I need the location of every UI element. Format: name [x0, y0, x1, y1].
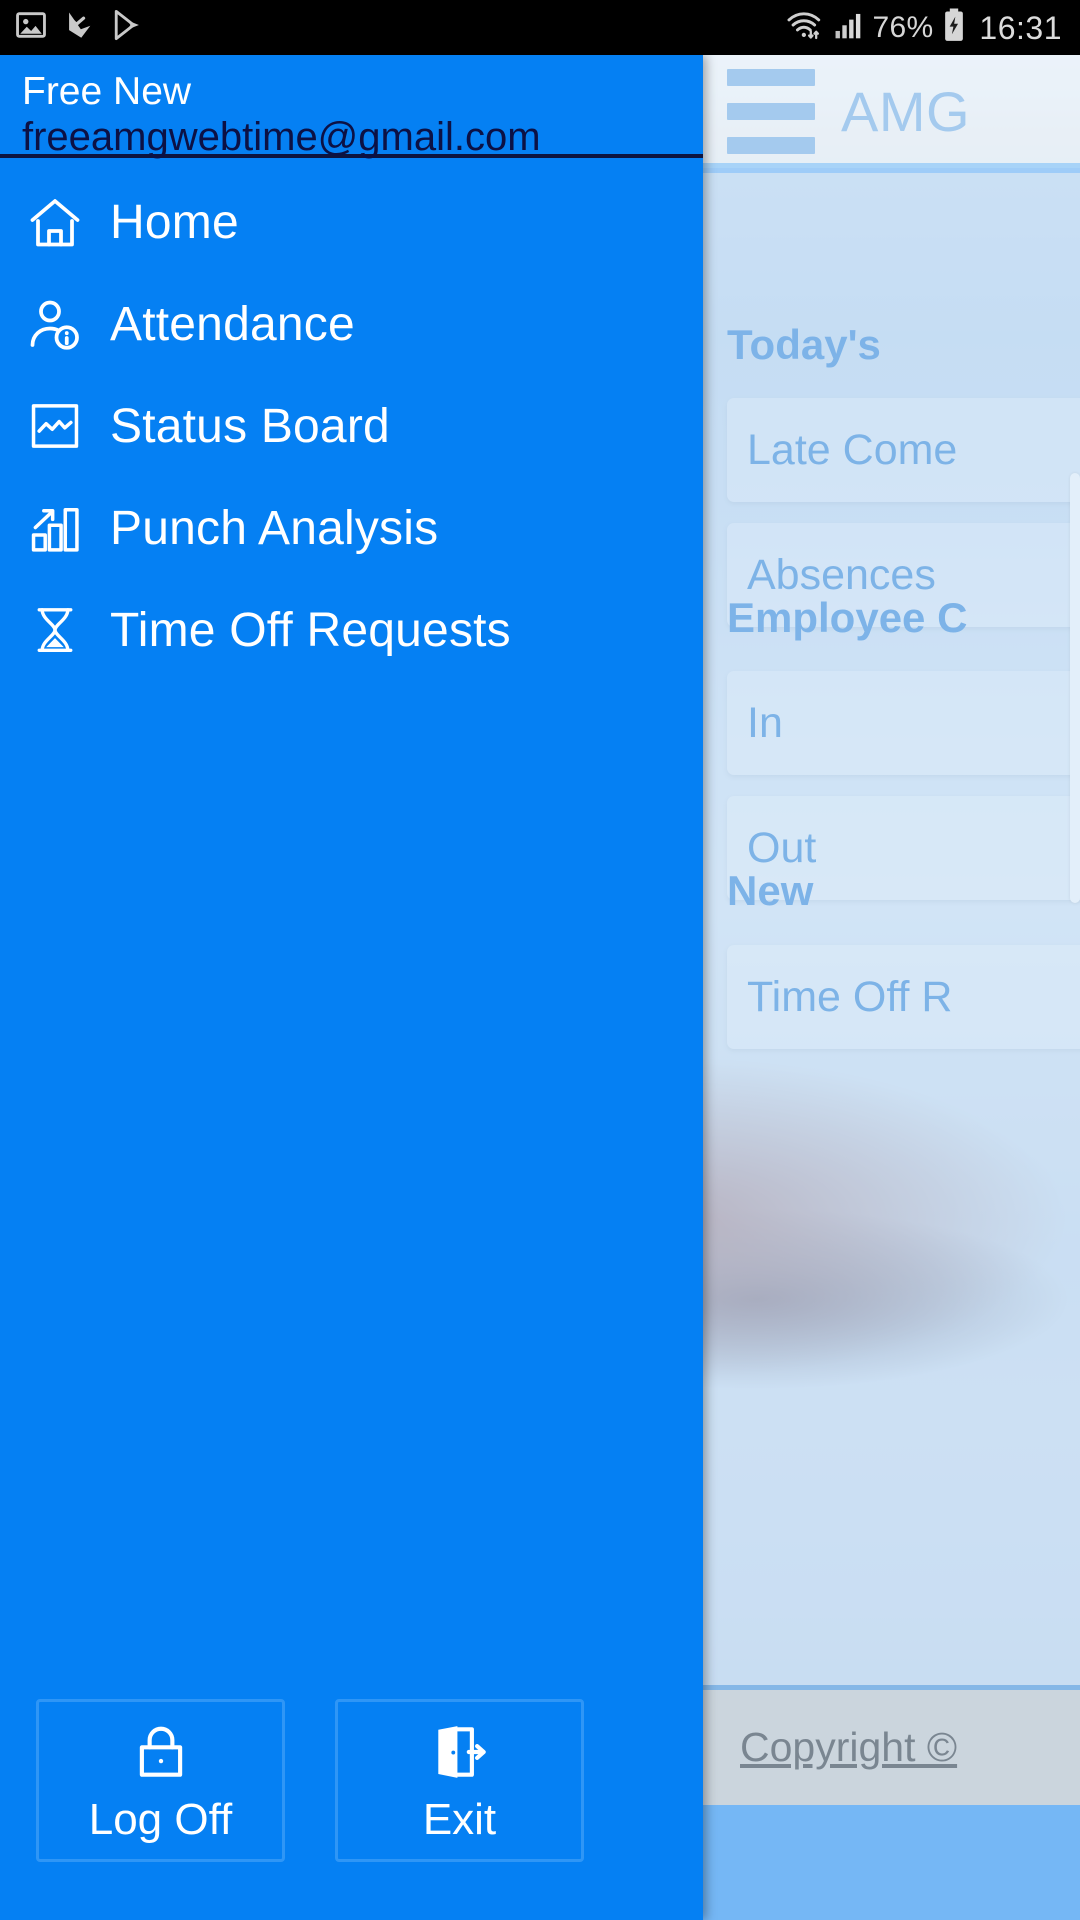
image-icon: [14, 8, 48, 47]
sidebar-item-time-off-requests-label: Time Off Requests: [110, 603, 511, 657]
status-bar-notifications: [0, 8, 144, 47]
app-bar-title: AMG: [841, 80, 971, 143]
sidebar-item-time-off-requests[interactable]: Time Off Requests: [0, 579, 703, 681]
play-store-icon: [110, 8, 144, 47]
section-title-todays: Today's: [727, 321, 881, 368]
wifi-icon: [784, 8, 824, 47]
card-late-come[interactable]: Late Come: [727, 398, 1080, 502]
card-in[interactable]: In: [727, 671, 1080, 775]
card-out-label: Out: [747, 823, 817, 872]
battery-percent-label: 76%: [872, 10, 934, 44]
drawer-nav-list: Home Attendance Status Board Punch Analy…: [0, 158, 703, 681]
phone-screen: AMG Today's Late Come Absences Employee …: [0, 0, 1080, 1920]
sidebar-item-home[interactable]: Home: [0, 171, 703, 273]
status-bar: 76% 16:31: [0, 0, 1080, 55]
card-time-off-request[interactable]: Time Off R: [727, 945, 1080, 1049]
sidebar-item-status-board[interactable]: Status Board: [0, 375, 703, 477]
hourglass-icon: [24, 599, 86, 661]
card-absences-label: Absences: [747, 550, 936, 599]
sidebar-item-home-label: Home: [110, 195, 239, 249]
exit-door-icon: [429, 1719, 491, 1785]
signal-icon: [833, 8, 863, 47]
drawer-action-buttons: Log Off Exit: [0, 1640, 703, 1920]
card-in-label: In: [747, 698, 783, 747]
lock-icon: [130, 1719, 192, 1785]
log-off-button-label: Log Off: [88, 1794, 233, 1844]
sidebar-item-punch-analysis[interactable]: Punch Analysis: [0, 477, 703, 579]
chart-board-icon: [24, 395, 86, 457]
bar-chart-arrow-icon: [24, 497, 86, 559]
play-protect-icon: [62, 8, 96, 47]
account-email: freeamgwebtime@gmail.com: [22, 114, 541, 159]
copyright-link[interactable]: Copyright ©: [740, 1724, 957, 1771]
section-title-new: New: [727, 867, 814, 914]
log-off-button[interactable]: Log Off: [36, 1698, 285, 1862]
card-time-off-request-label: Time Off R: [747, 972, 953, 1021]
card-late-come-label: Late Come: [747, 425, 958, 474]
status-bar-system: 76% 16:31: [784, 7, 1080, 48]
person-info-icon: [24, 293, 86, 355]
account-name: Free New: [22, 70, 192, 113]
home-icon: [24, 191, 86, 253]
sidebar-item-status-board-label: Status Board: [110, 399, 390, 453]
content-scrollbar[interactable]: [1070, 473, 1080, 903]
drawer-header: Free New freeamgwebtime@gmail.com: [0, 55, 703, 159]
section-title-employee: Employee C: [727, 594, 968, 641]
navigation-drawer: Free New freeamgwebtime@gmail.com Home A…: [0, 55, 703, 1920]
sidebar-item-attendance-label: Attendance: [110, 297, 355, 351]
exit-button[interactable]: Exit: [335, 1698, 584, 1862]
clock-label: 16:31: [979, 9, 1062, 46]
sidebar-item-punch-analysis-label: Punch Analysis: [110, 501, 439, 555]
exit-button-label: Exit: [422, 1794, 497, 1844]
battery-charging-icon: [942, 7, 966, 48]
sidebar-item-attendance[interactable]: Attendance: [0, 273, 703, 375]
hamburger-icon[interactable]: [727, 69, 815, 154]
